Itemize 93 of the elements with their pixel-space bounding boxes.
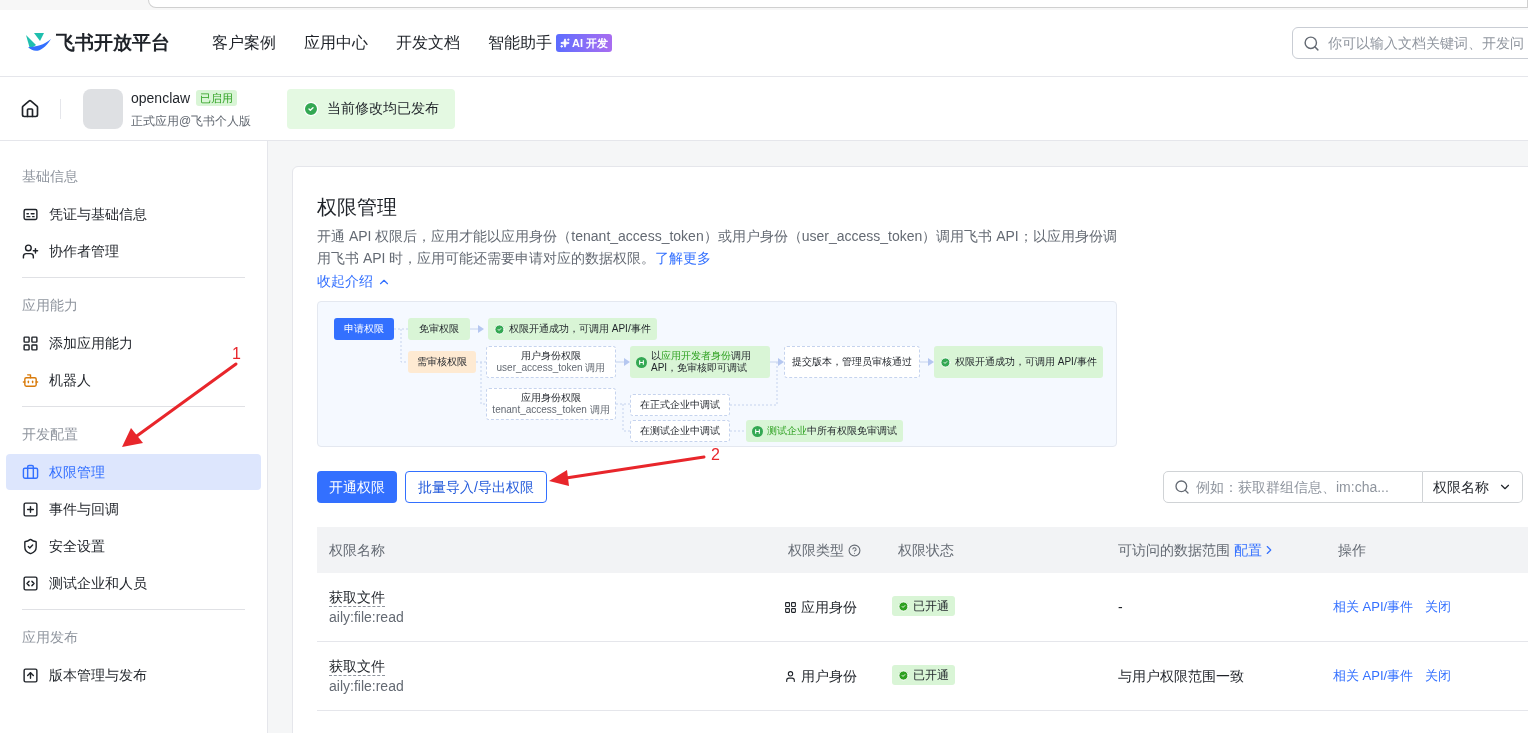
sidebar-section-title: 应用能力 <box>21 295 79 315</box>
flow-node-text: 提交版本，管理员审核通过 <box>792 356 912 368</box>
check-circle-icon <box>898 600 909 612</box>
flow-node-text: 测试企业中所有权限免审调试 <box>767 425 897 437</box>
flow-node-note: user_access_token 调用 <box>496 362 606 374</box>
sidebar-item[interactable]: 添加应用能力 <box>6 325 149 361</box>
connector-arrow <box>469 325 484 333</box>
annotation-number: 2 <box>711 445 720 465</box>
app-name: openclaw <box>131 88 191 108</box>
check-circle-icon <box>303 100 320 117</box>
enable-permission-button[interactable]: 开通权限 <box>317 471 397 503</box>
sidebar-item[interactable]: 安全设置 <box>6 528 121 564</box>
help-icon[interactable] <box>848 543 861 557</box>
notice-text: 当前修改均已发布 <box>327 99 440 118</box>
import-export-button[interactable]: 批量导入/导出权限 <box>405 471 547 503</box>
app-subtitle: 正式应用@飞书个人版 <box>131 112 252 130</box>
page-title: 权限管理 <box>317 195 398 220</box>
sidebar-section-title: 应用发布 <box>21 627 79 647</box>
flow-node-text: 以应用开发者身份调用 API，免审核即可调试 <box>651 350 752 374</box>
flow-node-text: 在测试企业中调试 <box>640 425 720 437</box>
flow-node-text: 权限开通成功，可调用 API/事件 <box>509 323 651 335</box>
nav-link[interactable]: 开发文档 <box>396 31 460 55</box>
action-link[interactable]: 关闭 <box>1425 666 1452 686</box>
upload-square-icon <box>22 666 39 684</box>
learn-more-link[interactable]: 了解更多 <box>655 250 712 266</box>
status-badge: 已启用 <box>196 89 238 107</box>
check-circle-icon <box>898 669 909 681</box>
grid-icon <box>784 600 797 614</box>
shield-check-icon <box>22 537 39 555</box>
nav-link[interactable]: 应用中心 <box>304 31 368 55</box>
sidebar-item[interactable]: 权限管理 <box>6 454 261 490</box>
user-icon <box>784 669 797 683</box>
status-badge: 已开通 <box>892 665 955 686</box>
search-field[interactable]: 你可以输入文档关键词、开发问 <box>1292 27 1528 59</box>
sidebar-item[interactable]: 凭证与基础信息 <box>6 196 163 232</box>
configure-link[interactable]: 配置 <box>1234 539 1276 561</box>
app-avatar <box>83 88 123 129</box>
nav-link[interactable]: 智能助手 AI 开发 <box>488 31 613 55</box>
grid-icon <box>22 334 39 352</box>
permission-name: 获取文件 <box>329 587 385 607</box>
sidebar-item[interactable]: 协作者管理 <box>6 233 135 269</box>
flow-node-text: 在正式企业中调试 <box>640 399 720 411</box>
flow-node: 免审权限 <box>408 318 470 340</box>
dev-badge-icon <box>752 425 763 437</box>
code-square-icon <box>22 574 39 592</box>
search-icon <box>1303 34 1320 52</box>
nav-link[interactable]: 客户案例 <box>212 31 276 55</box>
dev-badge-icon <box>636 356 647 368</box>
flow-node: 需审核权限 <box>408 351 476 373</box>
identity-type: 用户身份 <box>801 666 857 686</box>
sparkle-icon <box>560 38 570 48</box>
annotation-number: 1 <box>232 344 241 364</box>
robot-icon <box>22 371 39 389</box>
home-icon[interactable] <box>20 98 40 119</box>
connector-line <box>393 328 409 363</box>
permission-name: 获取文件 <box>329 656 385 676</box>
column-header: 权限类型 <box>788 540 844 560</box>
column-header: 操作 <box>1338 540 1366 560</box>
permission-search-field[interactable]: 例如：获取群组信息、im:cha... <box>1163 471 1423 503</box>
search-icon <box>1174 479 1190 495</box>
column-header: 可访问的数据范围 <box>1118 540 1230 560</box>
badge-text: AI 开发 <box>572 35 609 51</box>
flow-node-note: tenant_access_token 调用 <box>492 404 610 416</box>
permission-key: aily:file:read <box>329 606 404 627</box>
action-link[interactable]: 关闭 <box>1425 597 1452 617</box>
page-description: 开通 API 权限后，应用才能以应用身份（tenant_access_token）或用户身份（user_access_token）调用飞书 API；以应用身份调用飞书 API 时，应用可能还需要申请对应的数据权限。了解更多 <box>317 227 1117 268</box>
permission-key: aily:file:read <box>329 675 404 696</box>
sidebar-section-title: 基础信息 <box>21 166 79 186</box>
check-icon <box>494 323 505 335</box>
flow-node-text: 应用身份权限 <box>521 392 581 404</box>
data-scope: - <box>1117 597 1124 617</box>
sidebar-item[interactable]: 机器人 <box>6 362 107 398</box>
field-select[interactable]: 权限名称 <box>1423 471 1523 503</box>
flow-node: 申请权限 <box>334 318 394 340</box>
identity-type: 应用身份 <box>801 597 857 617</box>
data-scope: 与用户权限范围一致 <box>1117 666 1245 686</box>
column-header: 权限名称 <box>329 540 385 560</box>
user-plus-icon <box>22 242 39 260</box>
action-link[interactable]: 相关 API/事件 <box>1333 666 1414 686</box>
column-header: 权限状态 <box>898 540 954 560</box>
plus-square-icon <box>22 500 39 518</box>
action-link[interactable]: 相关 API/事件 <box>1333 597 1414 617</box>
status-badge: 已开通 <box>892 596 955 617</box>
flow-node-text: 用户身份权限 <box>521 350 581 362</box>
check-icon <box>940 356 951 368</box>
sidebar-item[interactable]: 事件与回调 <box>6 491 135 527</box>
briefcase-icon <box>22 463 39 481</box>
brand-name: 飞书开放平台 <box>56 30 170 55</box>
sidebar-item[interactable]: 版本管理与发布 <box>6 657 163 693</box>
collapse-link[interactable]: 收起介绍 <box>317 271 391 292</box>
flow-node-text: 权限开通成功，可调用 API/事件 <box>955 356 1097 368</box>
sidebar-item[interactable]: 测试企业和人员 <box>6 565 163 601</box>
sidebar-section-title: 开发配置 <box>21 424 79 444</box>
